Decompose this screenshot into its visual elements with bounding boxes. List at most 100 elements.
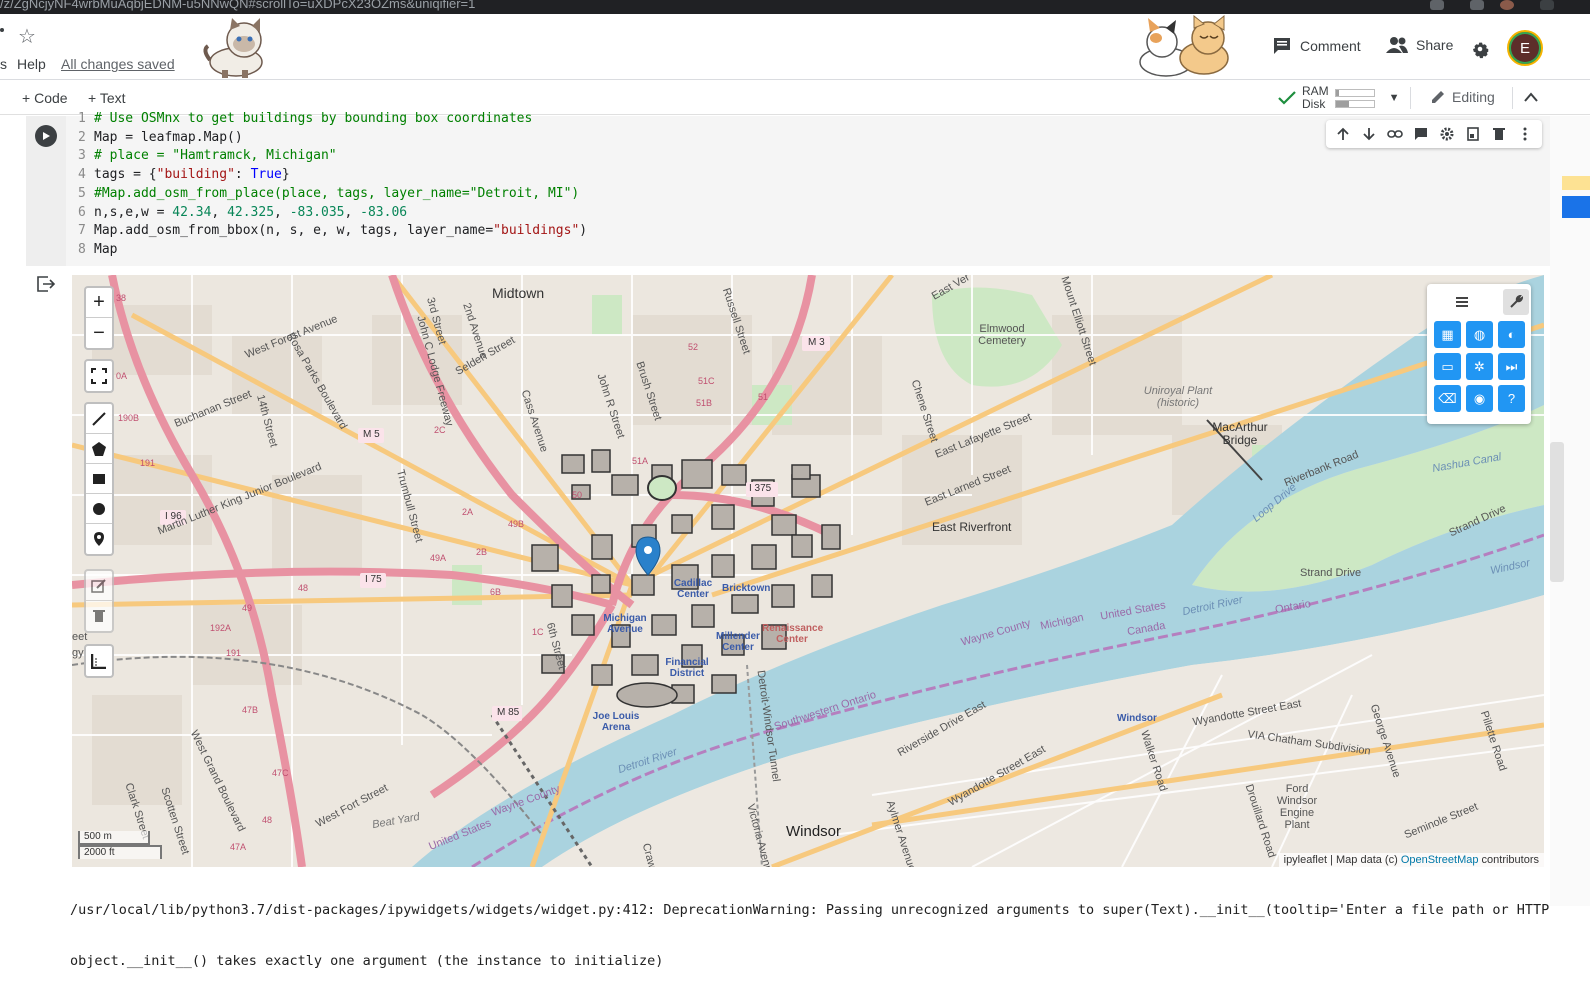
people-icon xyxy=(1386,37,1408,53)
shield-i375: I 375 xyxy=(749,483,772,494)
extension-icon[interactable] xyxy=(1470,0,1484,10)
save-status[interactable]: All changes saved xyxy=(61,56,175,72)
exit-191b: 191 xyxy=(226,648,242,658)
map-label-financial: Financial District xyxy=(665,657,709,679)
share-button[interactable]: Share xyxy=(1386,36,1453,54)
user-avatar[interactable]: E xyxy=(1507,30,1543,66)
draw-polygon-button[interactable] xyxy=(86,434,112,464)
zoom-out-button[interactable]: − xyxy=(86,318,112,348)
browser-url-bar[interactable]: /z/ZgNcjyNF4wrbMuAqbjEDNM-u5NNwQN#scroll… xyxy=(0,0,1590,14)
code-editor[interactable]: 1 # Use OSMnx to get buildings by boundin… xyxy=(78,110,587,260)
fullscreen-icon xyxy=(91,368,107,384)
resources-indicator[interactable]: RAM Disk ▼ xyxy=(1278,85,1400,111)
map-label-east-riverfront: East Riverfront xyxy=(932,520,1012,534)
help-button[interactable]: ? xyxy=(1498,385,1525,412)
line-number: 5 xyxy=(78,185,86,201)
cat-sticker-right xyxy=(1139,14,1229,77)
move-down-icon[interactable] xyxy=(1360,125,1378,143)
code-line[interactable]: 7 Map.add_osm_from_bbox(n, s, e, w, tags,… xyxy=(78,222,587,241)
map-label-gy: gy xyxy=(72,647,84,659)
code-line[interactable]: 4 tags = {"building": True} xyxy=(78,166,587,185)
map-label-bricktown: Bricktown xyxy=(722,583,771,594)
draw-circle-button[interactable] xyxy=(86,494,112,524)
code-line[interactable]: 2 Map = leafmap.Map() xyxy=(78,129,587,148)
polygon-icon xyxy=(92,441,106,456)
shield-m85: M 85 xyxy=(497,707,520,718)
settings-gear-icon[interactable] xyxy=(1469,38,1491,60)
code-line[interactable]: 1 # Use OSMnx to get buildings by boundin… xyxy=(78,110,587,129)
scale-control: 500 m 2000 ft xyxy=(78,831,162,859)
code-cell[interactable]: 1 # Use OSMnx to get buildings by boundin… xyxy=(26,111,1550,266)
deprecation-warning: /usr/local/lib/python3.7/dist-packages/i… xyxy=(70,868,1550,987)
layers-toggle-button[interactable] xyxy=(1449,289,1475,315)
link-icon[interactable] xyxy=(1386,125,1404,143)
open-data-button[interactable]: ▭ xyxy=(1434,353,1461,380)
scrollbar-thumb[interactable] xyxy=(1550,442,1564,582)
exit-1c: 1C xyxy=(532,627,544,637)
exit-48: 48 xyxy=(298,583,309,593)
menu-item-help[interactable]: Help xyxy=(17,56,46,72)
measure-button[interactable] xyxy=(86,646,112,676)
edit-layers-button[interactable] xyxy=(86,571,112,601)
cell-settings-icon[interactable] xyxy=(1438,125,1456,143)
map-label-ford: Ford Windsor Engine Plant xyxy=(1276,783,1318,831)
fast-forward-button[interactable]: ⏭ xyxy=(1498,353,1525,380)
draw-rectangle-button[interactable] xyxy=(86,464,112,494)
comment-cell-icon[interactable] xyxy=(1412,125,1430,143)
exit-51c: 51C xyxy=(698,376,715,386)
shield-i75: I 75 xyxy=(365,574,382,585)
delete-icon[interactable] xyxy=(1490,125,1508,143)
exit-47b: 47B xyxy=(242,705,259,715)
folder-open-icon: ▭ xyxy=(1441,358,1454,374)
osm-link[interactable]: OpenStreetMap xyxy=(1401,854,1479,866)
fast-forward-icon: ⏭ xyxy=(1505,358,1518,374)
zoom-in-button[interactable]: + xyxy=(86,288,112,318)
wrench-icon xyxy=(1510,295,1523,308)
run-cell-button[interactable] xyxy=(35,125,57,147)
add-text-button[interactable]: + Text xyxy=(88,90,126,106)
comment-button[interactable]: Comment xyxy=(1272,36,1361,56)
draw-polyline-button[interactable] xyxy=(86,404,112,434)
code-line[interactable]: 3 # place = "Hamtramck, Michigan" xyxy=(78,147,587,166)
basemap-button[interactable]: ▦ xyxy=(1434,321,1461,348)
eraser-button[interactable]: ⌫ xyxy=(1434,385,1461,412)
line-number: 8 xyxy=(78,241,86,257)
add-code-button[interactable]: + Code xyxy=(22,90,68,106)
code-text: n,s,e,w = 42.34, 42.325, -83.035, -83.06 xyxy=(94,204,408,220)
editing-mode-button[interactable]: Editing xyxy=(1430,89,1495,105)
more-vert-icon[interactable] xyxy=(1516,125,1534,143)
profile-icon[interactable] xyxy=(1500,0,1514,10)
opacity-button[interactable]: ◐ xyxy=(1498,321,1525,348)
chevron-down-icon[interactable]: ▼ xyxy=(1389,92,1400,104)
camera-button[interactable]: ◉ xyxy=(1466,385,1493,412)
chevron-up-icon[interactable] xyxy=(1523,91,1539,103)
leafmap-toolbar-widget: ▦ ◍ ◐ ▭ ✲ ⏭ ⌫ ◉ ? xyxy=(1427,284,1531,424)
menu-dots-icon[interactable] xyxy=(1540,0,1554,10)
measure-control xyxy=(84,644,114,678)
draw-marker-button[interactable] xyxy=(86,524,112,554)
mirror-cell-icon[interactable] xyxy=(1464,125,1482,143)
globe-button[interactable]: ◍ xyxy=(1466,321,1493,348)
fullscreen-button[interactable] xyxy=(86,361,112,391)
code-line[interactable]: 5 #Map.add_osm_from_place(place, tags, la… xyxy=(78,185,587,204)
code-text: tags = {"building": True} xyxy=(94,167,290,183)
scale-metric: 500 m xyxy=(78,831,150,845)
move-up-icon[interactable] xyxy=(1334,125,1352,143)
code-line[interactable]: 8 Map xyxy=(78,241,587,260)
menu-item-tools[interactable]: s xyxy=(0,56,7,72)
zoom-control: + − xyxy=(84,286,114,350)
star-icon[interactable]: ☆ xyxy=(18,24,36,49)
delete-layers-button[interactable] xyxy=(86,601,112,631)
code-line[interactable]: 6 n,s,e,w = 42.34, 42.325, -83.035, -83.0… xyxy=(78,204,587,223)
bookmark-star-icon[interactable] xyxy=(1430,0,1444,10)
map-label-renaissance: Renaissance Center xyxy=(762,623,824,645)
leaflet-map[interactable]: Midtown West Forest Avenue Selden Street… xyxy=(72,275,1544,867)
toolbar-toggle-button[interactable] xyxy=(1503,289,1529,315)
exit-190b: 190B xyxy=(118,413,140,423)
gears-icon: ✲ xyxy=(1474,358,1485,374)
exit-6b: 6B xyxy=(490,587,502,597)
eraser-icon: ⌫ xyxy=(1438,390,1457,406)
output-icon[interactable] xyxy=(36,276,56,292)
gears-button[interactable]: ✲ xyxy=(1466,353,1493,380)
cat-sticker-left xyxy=(203,18,263,78)
